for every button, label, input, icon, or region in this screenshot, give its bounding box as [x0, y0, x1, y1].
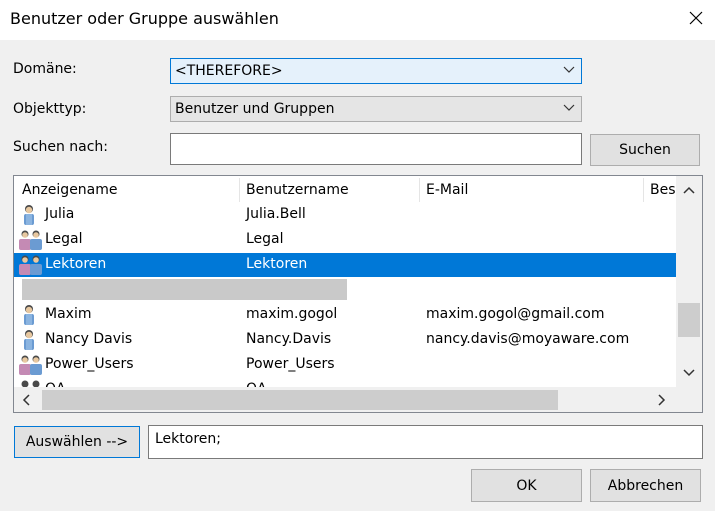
chevron-up-icon[interactable] — [683, 186, 695, 194]
list-item[interactable]: QA QA — [14, 378, 676, 387]
user-icon — [24, 205, 34, 225]
list-item-selected[interactable]: Lektoren Lektoren — [14, 253, 676, 277]
dialog-title: Benutzer oder Gruppe auswählen — [10, 9, 279, 28]
selected-objects-value: Lektoren; — [155, 431, 221, 447]
select-button[interactable]: Auswählen --> — [14, 426, 140, 458]
column-header-description[interactable]: Bes — [650, 182, 676, 198]
domain-dropdown[interactable]: <THEREFORE> — [170, 58, 582, 84]
display-name: Maxim — [45, 306, 92, 322]
list-item[interactable]: Nancy Davis Nancy.Davis nancy.davis@moya… — [14, 328, 676, 352]
display-name: Julia — [45, 206, 75, 222]
list-header: Anzeigename Benutzername E-Mail Bes — [14, 178, 676, 202]
username: Lektoren — [246, 256, 308, 272]
ok-button[interactable]: OK — [471, 469, 582, 502]
cancel-button[interactable]: Abbrechen — [590, 469, 701, 502]
scrollbar-corner — [676, 387, 702, 412]
username: Nancy.Davis — [246, 331, 332, 347]
horizontal-scrollbar[interactable] — [14, 387, 676, 412]
group-icon — [21, 380, 40, 387]
group-icon — [19, 230, 42, 250]
display-name: Legal — [45, 231, 83, 247]
column-divider[interactable] — [419, 178, 420, 202]
column-divider[interactable] — [239, 178, 240, 202]
chevron-down-icon — [563, 66, 575, 73]
column-divider[interactable] — [643, 178, 644, 202]
chevron-right-icon[interactable] — [658, 394, 666, 406]
username: Legal — [246, 231, 284, 247]
display-name: Lektoren — [45, 256, 107, 272]
display-name: Power_Users — [45, 356, 134, 372]
vertical-scrollbar[interactable] — [676, 176, 702, 387]
horizontal-scroll-thumb[interactable] — [42, 390, 558, 410]
user-icon — [24, 330, 34, 350]
column-header-username[interactable]: Benutzername — [246, 182, 349, 198]
close-button[interactable] — [676, 0, 715, 36]
object-type-label: Objekttyp: — [13, 101, 87, 117]
username: maxim.gogol — [246, 306, 338, 322]
email: maxim.gogol@gmail.com — [426, 306, 605, 322]
username: Power_Users — [246, 356, 335, 372]
object-type-value: Benutzer und Gruppen — [175, 101, 335, 117]
domain-label: Domäne: — [13, 61, 77, 77]
email: nancy.davis@moyaware.com — [426, 331, 630, 347]
group-icon — [19, 355, 42, 375]
redacted-row — [22, 279, 347, 300]
group-icon — [19, 255, 42, 275]
list-item[interactable]: Maxim maxim.gogol maxim.gogol@gmail.com — [14, 303, 676, 327]
chevron-down-icon — [563, 104, 575, 111]
username: Julia.Bell — [246, 206, 306, 222]
search-label: Suchen nach: — [13, 139, 109, 155]
list-item[interactable]: Julia Julia.Bell — [14, 203, 676, 227]
list-item[interactable]: Power_Users Power_Users — [14, 353, 676, 377]
chevron-left-icon[interactable] — [22, 394, 30, 406]
column-header-display-name[interactable]: Anzeigename — [22, 182, 118, 198]
user-icon — [24, 305, 34, 325]
display-name: Nancy Davis — [45, 331, 133, 347]
object-type-dropdown[interactable]: Benutzer und Gruppen — [170, 96, 582, 122]
domain-value: <THEREFORE> — [175, 63, 283, 79]
search-input[interactable] — [170, 133, 582, 165]
close-icon — [689, 11, 702, 25]
title-bar: Benutzer oder Gruppe auswählen — [0, 0, 715, 40]
chevron-down-icon[interactable] — [683, 369, 695, 377]
search-button[interactable]: Suchen — [590, 134, 700, 166]
selected-objects-field[interactable]: Lektoren; — [148, 425, 703, 459]
column-header-email[interactable]: E-Mail — [426, 182, 468, 198]
list-item[interactable]: Legal Legal — [14, 228, 676, 252]
vertical-scroll-thumb[interactable] — [678, 303, 700, 337]
